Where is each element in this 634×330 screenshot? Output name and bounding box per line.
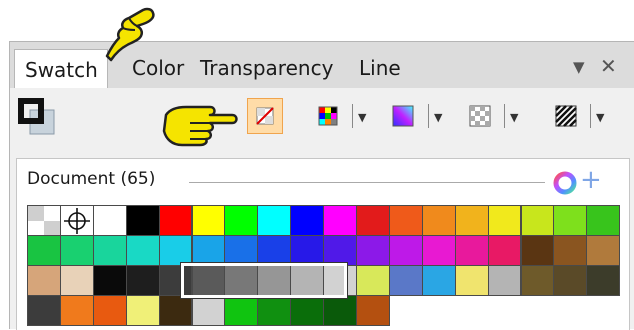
color-swatch[interactable] — [487, 205, 522, 236]
color-swatch[interactable] — [257, 235, 292, 266]
color-swatch[interactable] — [158, 205, 193, 236]
color-swatch[interactable] — [27, 265, 61, 296]
color-swatch[interactable] — [224, 235, 259, 266]
chevron-down-icon[interactable]: ▼ — [434, 111, 442, 124]
color-swatch[interactable] — [125, 235, 160, 266]
chevron-down-icon[interactable]: ▼ — [510, 111, 518, 124]
fill-stroke-icon[interactable] — [18, 98, 58, 138]
tab-line[interactable]: Line — [359, 56, 401, 80]
toolbar: ▼ ▼ ▼ ▼ — [10, 88, 634, 150]
color-swatch[interactable] — [257, 295, 292, 326]
color-swatch[interactable] — [191, 205, 226, 236]
color-swatch[interactable] — [290, 295, 325, 326]
color-swatch[interactable] — [92, 235, 127, 266]
color-swatch[interactable] — [553, 235, 588, 266]
color-grid-icon[interactable] — [310, 98, 346, 134]
color-swatch[interactable] — [388, 235, 423, 266]
tab-transparency[interactable]: Transparency — [200, 56, 333, 80]
color-swatch[interactable] — [224, 205, 259, 236]
color-swatch[interactable] — [487, 265, 522, 296]
color-swatch[interactable] — [388, 205, 423, 236]
chevron-down-icon[interactable]: ▼ — [358, 111, 366, 124]
color-swatch[interactable] — [158, 235, 193, 266]
gradient-icon[interactable] — [385, 98, 421, 134]
color-swatch[interactable] — [454, 205, 489, 236]
tab-swatch[interactable]: Swatch — [14, 49, 108, 88]
color-swatch[interactable] — [224, 295, 259, 326]
color-swatch[interactable] — [421, 205, 456, 236]
add-palette-icon[interactable] — [552, 170, 578, 196]
color-swatch[interactable] — [27, 295, 61, 326]
pointing-hand-icon — [105, 7, 155, 62]
toolbar-separator — [504, 104, 505, 128]
chevron-down-icon[interactable]: ▼ — [596, 111, 604, 124]
color-swatch[interactable] — [59, 235, 94, 266]
plus-icon[interactable]: + — [580, 165, 602, 195]
color-swatch[interactable] — [586, 205, 621, 236]
document-palette-label: Document (65) — [27, 169, 156, 189]
color-swatch[interactable] — [125, 295, 160, 326]
color-swatch[interactable] — [356, 235, 390, 266]
no-color-swatch-icon — [256, 107, 274, 125]
panel-menu-icon[interactable]: ▼ — [573, 58, 585, 76]
color-swatch[interactable] — [454, 235, 489, 266]
color-swatch[interactable] — [290, 235, 325, 266]
color-swatch[interactable] — [454, 265, 489, 296]
color-swatch[interactable] — [257, 205, 292, 236]
toolbar-separator — [428, 104, 429, 128]
color-swatch[interactable] — [586, 235, 621, 266]
color-swatch[interactable] — [586, 265, 621, 296]
color-swatch[interactable] — [323, 235, 357, 266]
pattern-icon[interactable] — [462, 98, 498, 134]
color-swatch[interactable] — [323, 205, 357, 236]
color-swatch[interactable] — [421, 265, 456, 296]
color-swatch[interactable] — [125, 265, 160, 296]
color-swatch[interactable] — [290, 205, 325, 236]
color-swatch[interactable] — [520, 235, 555, 266]
color-swatch[interactable] — [59, 265, 94, 296]
divider — [189, 182, 545, 183]
close-icon[interactable]: ✕ — [600, 54, 617, 78]
color-swatch[interactable] — [553, 205, 588, 236]
color-swatch[interactable] — [421, 235, 456, 266]
toolbar-separator — [352, 104, 353, 128]
no-color-swatch-button[interactable] — [247, 98, 283, 134]
color-swatch[interactable] — [59, 295, 94, 326]
color-swatch[interactable] — [92, 295, 127, 326]
color-swatch[interactable] — [191, 295, 226, 326]
swatch-panel: Swatch Color Transparency Line ▼ ✕ ▼ ▼ ▼… — [9, 41, 634, 330]
color-swatch[interactable] — [487, 235, 522, 266]
color-swatch[interactable] — [356, 265, 390, 296]
swatch-list: Document (65) + — [16, 158, 630, 330]
registration-swatch[interactable] — [59, 205, 94, 236]
color-swatch[interactable] — [553, 265, 588, 296]
color-swatch[interactable] — [520, 265, 555, 296]
color-swatch[interactable] — [191, 235, 226, 266]
none-swatch[interactable] — [27, 205, 61, 236]
hatch-icon[interactable] — [548, 98, 584, 134]
color-swatch[interactable] — [27, 235, 61, 266]
color-swatch[interactable] — [158, 295, 193, 326]
selection-highlight — [181, 263, 347, 298]
color-swatch[interactable] — [520, 205, 555, 236]
color-swatch[interactable] — [92, 265, 127, 296]
color-swatch[interactable] — [356, 295, 390, 326]
color-swatch[interactable] — [125, 205, 160, 236]
color-swatch[interactable] — [323, 295, 357, 326]
color-swatch[interactable] — [92, 205, 127, 236]
pointing-hand-icon — [162, 105, 238, 147]
color-swatch[interactable] — [356, 205, 390, 236]
color-swatch[interactable] — [388, 265, 423, 296]
toolbar-separator — [590, 104, 591, 128]
